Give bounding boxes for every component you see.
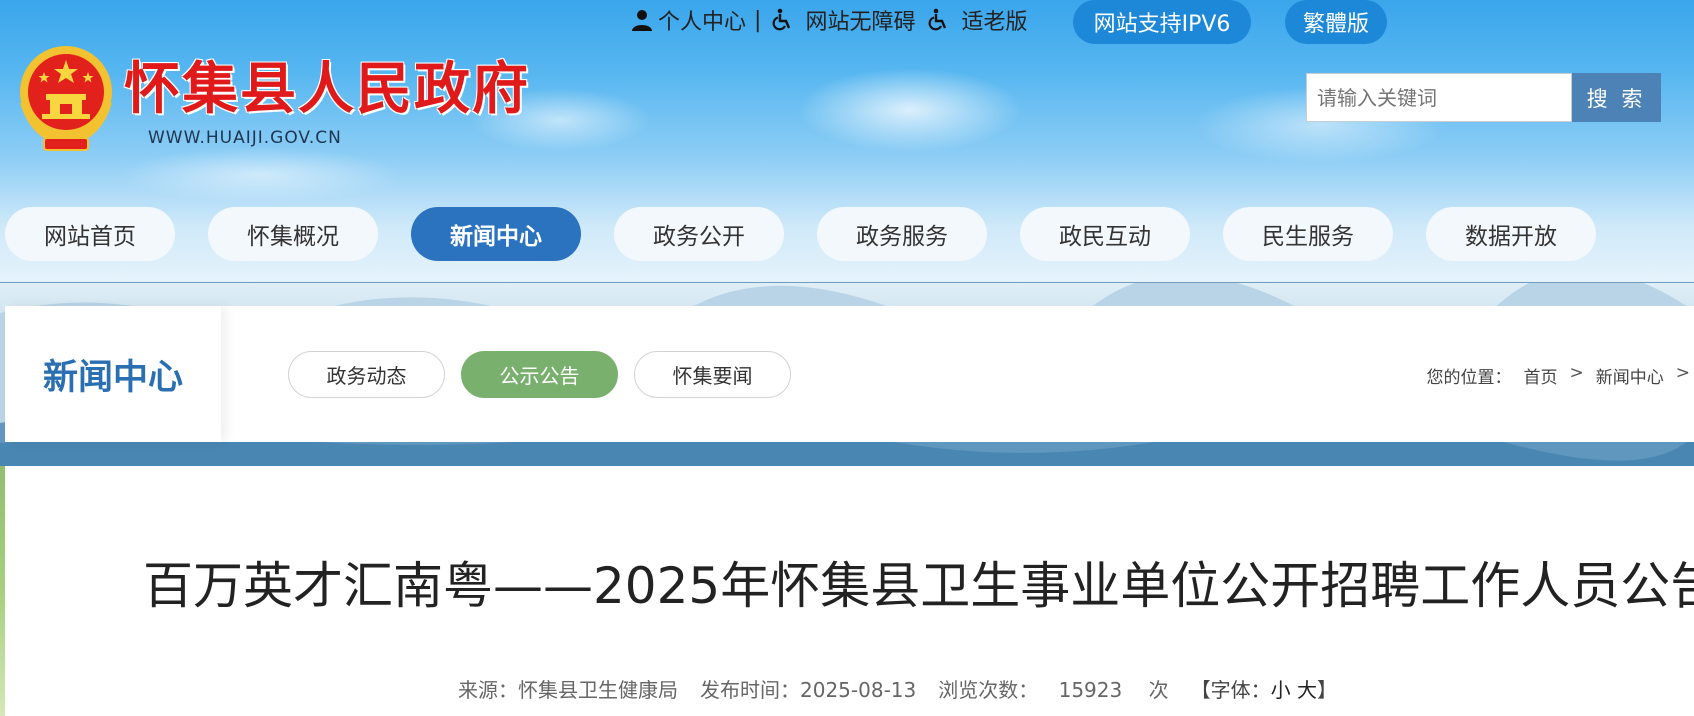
font-size-control: 【字体：小 大】 [1191, 674, 1337, 703]
date-value: 2025-08-13 [800, 678, 917, 702]
topbar-separator: | [754, 7, 762, 33]
ipv6-button[interactable]: 网站支持IPV6 [1073, 0, 1251, 44]
section-title-box: 新闻中心 [5, 306, 221, 442]
breadcrumb: 您的位置： 首页 > 新闻中心 > [1427, 363, 1694, 388]
wheelchair-icon [927, 8, 951, 32]
article-date: 发布时间：2025-08-13 [700, 674, 916, 703]
section-title: 新闻中心 [42, 357, 183, 398]
section-tabs: 政务动态 公示公告 怀集要闻 [288, 351, 791, 398]
nav-item-overview[interactable]: 怀集概况 [208, 207, 378, 261]
nav-item-livelihood[interactable]: 民生服务 [1223, 207, 1393, 261]
date-label: 发布时间： [700, 678, 800, 702]
font-large-button[interactable]: 大 [1297, 678, 1317, 702]
main-nav: 网站首页 怀集概况 新闻中心 政务公开 政务服务 政民互动 民生服务 数据开放 [5, 207, 1596, 261]
header: 个人中心 | 网站无障碍 适老版 网站支持IPV6 繁體版 怀集县人民政府 WW… [0, 0, 1694, 283]
article-meta: 来源：怀集县卫生健康局 发布时间：2025-08-13 浏览次数： 15923 … [458, 674, 1337, 703]
site-url: WWW.HUAIJI.GOV.CN [148, 128, 342, 148]
wheelchair-icon [771, 8, 795, 32]
nav-item-news-center[interactable]: 新闻中心 [411, 207, 581, 261]
nav-item-interaction[interactable]: 政民互动 [1020, 207, 1190, 261]
source-value: 怀集县卫生健康局 [518, 678, 678, 702]
views-label: 浏览次数： [938, 678, 1039, 702]
nav-item-government-services[interactable]: 政务服务 [817, 207, 987, 261]
font-label: 【字体： [1190, 678, 1271, 702]
font-small-button[interactable]: 小 [1271, 678, 1291, 702]
breadcrumb-current-link[interactable]: 新闻中心 [1596, 363, 1664, 388]
views-unit: 次 [1148, 678, 1169, 702]
section-header-panel: 新闻中心 政务动态 公示公告 怀集要闻 您的位置： 首页 > 新闻中心 > [5, 306, 1694, 442]
tab-announcements[interactable]: 公示公告 [461, 351, 618, 398]
top-utility-bar: 个人中心 | 网站无障碍 适老版 [630, 0, 1027, 40]
search-input[interactable] [1306, 73, 1572, 122]
breadcrumb-home-link[interactable]: 首页 [1524, 363, 1558, 388]
tab-huaiji-news[interactable]: 怀集要闻 [634, 351, 791, 398]
nav-item-government-affairs[interactable]: 政务公开 [614, 207, 784, 261]
site-title: 怀集县人民政府 [124, 56, 530, 122]
accessibility-label: 网站无障碍 [805, 10, 916, 35]
article-title: 百万英才汇南粤——2025年怀集县卫生事业单位公开招聘工作人员公告 [143, 557, 1694, 615]
personal-center-label: 个人中心 [658, 10, 747, 35]
source-label: 来源： [458, 678, 518, 702]
user-icon [630, 8, 654, 32]
breadcrumb-arrow: > [1569, 363, 1584, 383]
breadcrumb-prefix: 您的位置： [1426, 368, 1512, 388]
elderly-mode-label: 适老版 [961, 10, 1028, 35]
nav-item-home[interactable]: 网站首页 [5, 207, 175, 261]
accessibility-link[interactable]: 网站无障碍 [771, 4, 915, 36]
breadcrumb-arrow: > [1675, 363, 1690, 383]
views-count: 15923 [1058, 678, 1123, 702]
elderly-mode-link[interactable]: 适老版 [927, 4, 1027, 36]
nav-item-open-data[interactable]: 数据开放 [1426, 207, 1596, 261]
font-close: 】 [1316, 678, 1337, 702]
article-views: 浏览次数： 15923 次 [938, 674, 1168, 703]
national-emblem-logo [14, 42, 118, 154]
article-source: 来源：怀集县卫生健康局 [458, 674, 678, 703]
traditional-chinese-button[interactable]: 繁體版 [1285, 0, 1387, 44]
personal-center-link[interactable]: 个人中心 [630, 4, 746, 36]
tab-government-news[interactable]: 政务动态 [288, 351, 445, 398]
search-button[interactable]: 搜 索 [1572, 73, 1661, 122]
